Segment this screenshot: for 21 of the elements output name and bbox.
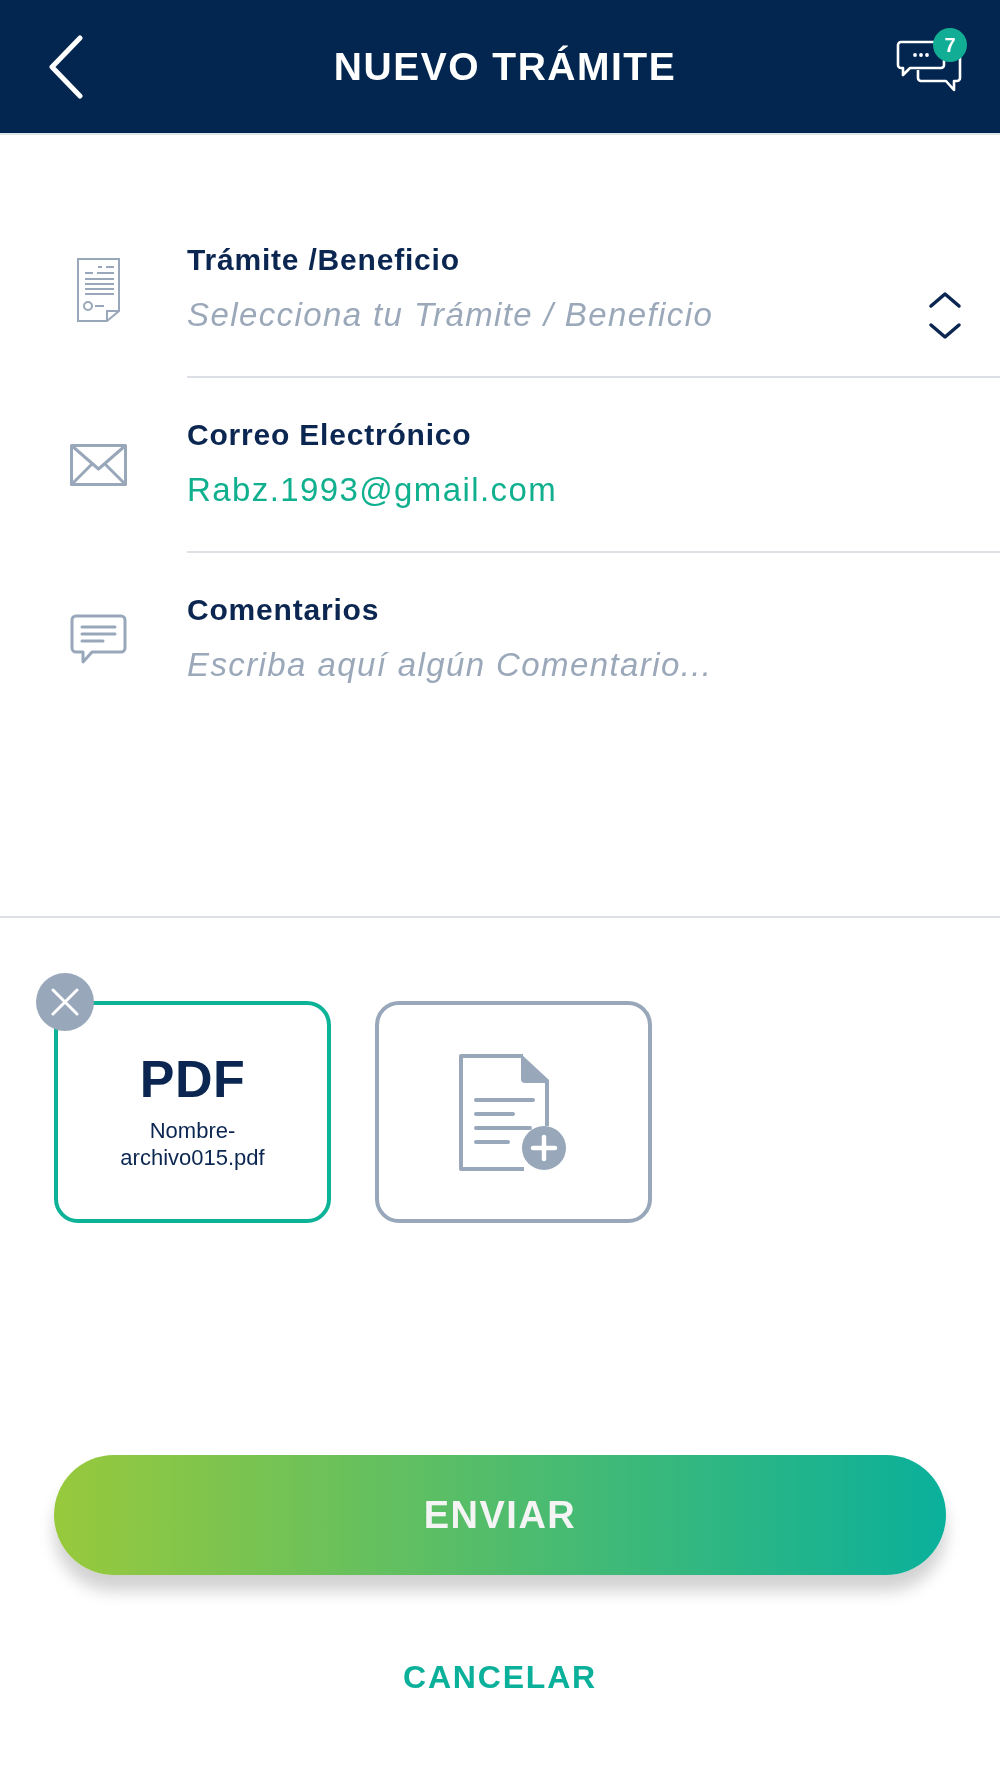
field-label: Trámite /Beneficio xyxy=(187,243,461,277)
page-title: NUEVO TRÁMITE xyxy=(333,43,677,90)
cancel-button[interactable]: CANCELAR xyxy=(403,1657,597,1697)
submit-button[interactable]: ENVIAR xyxy=(54,1455,946,1575)
select-field[interactable]: Selecciona tu Trámite / Beneficio xyxy=(187,295,908,335)
file-type-label: PDF xyxy=(139,1053,246,1105)
comment-field[interactable]: Escriba aquí algún Comentario... xyxy=(187,645,1000,685)
file-name: Nombre-archivo015.pdf xyxy=(119,1117,266,1171)
field-label: Comentarios xyxy=(187,593,381,627)
chevron-up-down-icon[interactable] xyxy=(928,290,962,340)
document-icon xyxy=(76,257,121,323)
back-button[interactable] xyxy=(48,34,84,99)
speech-bubble-icon xyxy=(70,613,127,665)
unread-count-badge: 7 xyxy=(933,28,967,62)
back-icon xyxy=(48,34,84,99)
email-field[interactable]: Rabz.1993@gmail.com xyxy=(187,470,1000,510)
close-icon xyxy=(51,988,79,1016)
file-card[interactable]: PDF Nombre-archivo015.pdf xyxy=(54,1001,331,1223)
envelope-icon xyxy=(70,444,127,486)
field-label: Correo Electrónico xyxy=(187,418,473,452)
document-plus-icon xyxy=(458,1052,569,1172)
